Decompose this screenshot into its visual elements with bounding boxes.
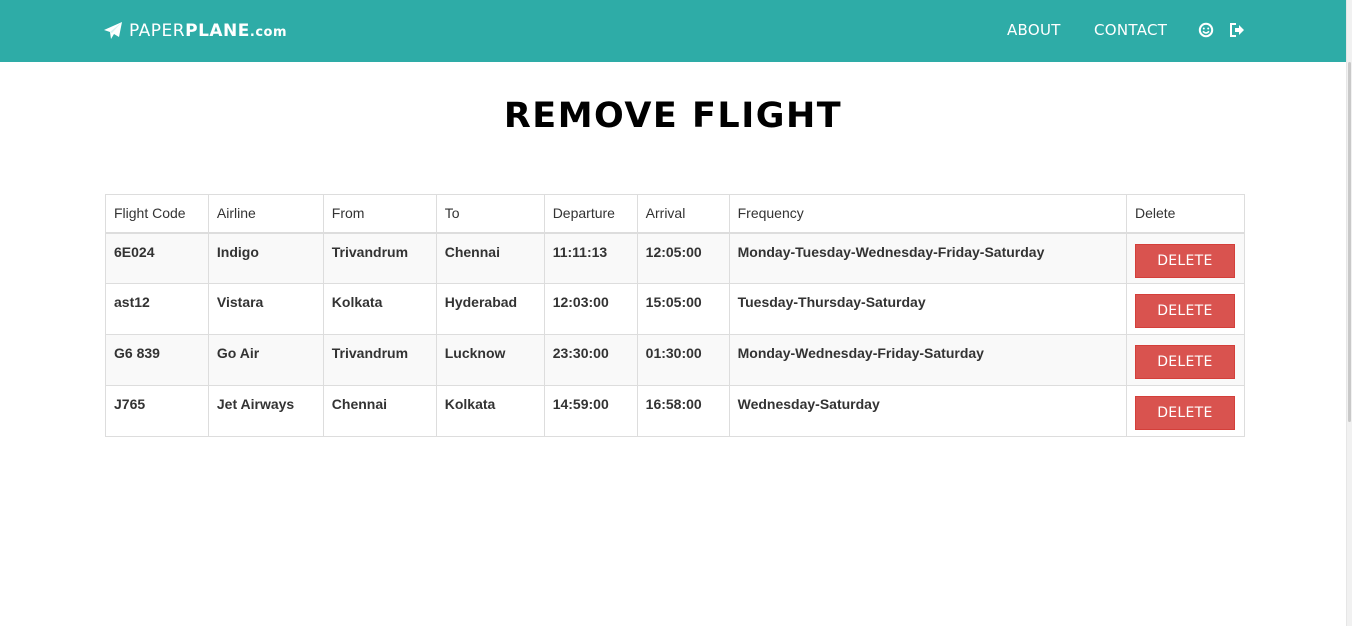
column-header-flight-code: Flight Code [105, 194, 209, 234]
delete-flight-button[interactable]: DELETE [1134, 243, 1235, 278]
cell-departure: 23:30:00 [543, 334, 638, 386]
cell-departure: 14:59:00 [543, 385, 638, 437]
cell-to: Lucknow [435, 334, 545, 386]
cell-delete: DELETE [1125, 283, 1246, 335]
cell-from: Trivandrum [322, 232, 437, 284]
brand-logo-link[interactable]: PAPERPLANE.com [103, 19, 287, 43]
logout-icon[interactable] [1229, 22, 1245, 38]
cell-delete: DELETE [1125, 334, 1246, 386]
cell-arrival: 15:05:00 [636, 283, 730, 335]
cell-from: Kolkata [322, 283, 437, 335]
brand-name-bold: PLANE [185, 21, 250, 41]
nav-link-contact[interactable]: CONTACT [1094, 21, 1167, 39]
top-navbar: PAPERPLANE.com ABOUT CONTACT [0, 0, 1346, 62]
table-body: 6E024 Indigo Trivandrum Chennai 11:11:13… [105, 232, 1246, 437]
cell-airline: Jet Airways [207, 385, 324, 437]
table-row: ast12 Vistara Kolkata Hyderabad 12:03:00… [105, 283, 1246, 335]
cell-to: Hyderabad [435, 283, 545, 335]
cell-arrival: 12:05:00 [636, 232, 730, 284]
cell-arrival: 01:30:00 [636, 334, 730, 386]
cell-delete: DELETE [1125, 232, 1246, 284]
page-scrollbar-thumb[interactable] [1348, 62, 1351, 422]
table-row: G6 839 Go Air Trivandrum Lucknow 23:30:0… [105, 334, 1246, 386]
brand-name-light: PAPER [129, 21, 186, 41]
brand-name: PAPERPLANE.com [129, 21, 287, 41]
column-header-airline: Airline [207, 194, 324, 234]
paper-plane-icon [104, 22, 122, 39]
cell-flight-code: 6E024 [105, 232, 209, 284]
cell-airline: Go Air [207, 334, 324, 386]
delete-flight-button[interactable]: DELETE [1134, 396, 1235, 430]
cell-to: Chennai [435, 232, 545, 284]
cell-delete: DELETE [1125, 385, 1246, 437]
brand-name-suffix: .com [249, 25, 288, 40]
table-row: 6E024 Indigo Trivandrum Chennai 11:11:13… [105, 232, 1246, 284]
cell-frequency: Wednesday-Saturday [728, 385, 1127, 437]
cell-flight-code: ast12 [105, 283, 209, 335]
table-row: J765 Jet Airways Chennai Kolkata 14:59:0… [105, 385, 1246, 437]
column-header-delete: Delete [1125, 194, 1246, 234]
cell-frequency: Monday-Tuesday-Wednesday-Friday-Saturday [728, 232, 1127, 284]
cell-airline: Indigo [207, 232, 324, 284]
cell-frequency: Tuesday-Thursday-Saturday [728, 283, 1127, 335]
nav-link-about[interactable]: ABOUT [1007, 21, 1061, 39]
cell-flight-code: J765 [105, 385, 209, 437]
column-header-from: From [322, 194, 437, 234]
column-header-frequency: Frequency [728, 194, 1127, 234]
column-header-arrival: Arrival [636, 194, 730, 234]
page-title: REMOVE FLIGHT [503, 96, 843, 136]
cell-departure: 12:03:00 [543, 283, 638, 335]
cell-from: Chennai [322, 385, 437, 437]
table-header: Flight Code Airline From To Departure Ar… [105, 194, 1246, 234]
cell-arrival: 16:58:00 [636, 385, 730, 437]
cell-flight-code: G6 839 [105, 334, 209, 386]
column-header-departure: Departure [543, 194, 638, 234]
delete-flight-button[interactable]: DELETE [1134, 294, 1235, 328]
delete-flight-button[interactable]: DELETE [1134, 345, 1235, 379]
cell-departure: 11:11:13 [543, 232, 638, 284]
smile-icon[interactable] [1198, 22, 1214, 38]
flights-table: Flight Code Airline From To Departure Ar… [105, 194, 1246, 437]
cell-to: Kolkata [435, 385, 545, 437]
column-header-to: To [435, 194, 545, 234]
cell-airline: Vistara [207, 283, 324, 335]
table-header-row: Flight Code Airline From To Departure Ar… [105, 194, 1246, 234]
cell-frequency: Monday-Wednesday-Friday-Saturday [728, 334, 1127, 386]
cell-from: Trivandrum [322, 334, 437, 386]
